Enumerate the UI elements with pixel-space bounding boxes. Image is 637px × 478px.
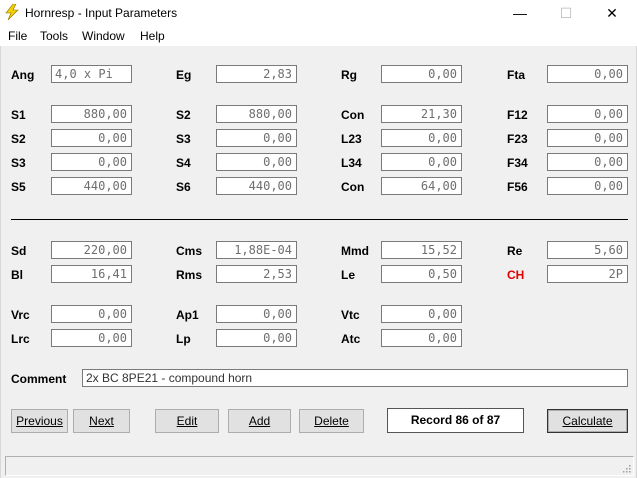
label-s5: S5 — [11, 180, 26, 194]
field-le[interactable]: 0,50 — [381, 265, 462, 283]
label-f56: F56 — [507, 180, 528, 194]
field-vrc[interactable]: 0,00 — [51, 305, 132, 323]
field-f23[interactable]: 0,00 — [547, 129, 628, 147]
label-con: Con — [341, 180, 365, 194]
field-s3[interactable]: 0,00 — [51, 153, 132, 171]
label-con: Con — [341, 108, 365, 122]
label-bl: Bl — [11, 268, 23, 282]
field-f12[interactable]: 0,00 — [547, 105, 628, 123]
field-rms[interactable]: 2,53 — [216, 265, 297, 283]
label-ap1: Ap1 — [176, 308, 199, 322]
field-lrc[interactable]: 0,00 — [51, 329, 132, 347]
resize-grip-icon[interactable] — [621, 463, 631, 473]
label-ch: CH — [507, 268, 525, 282]
record-indicator: Record 86 of 87 — [387, 408, 524, 433]
menu-tools[interactable]: Tools — [40, 29, 68, 43]
label-s2: S2 — [11, 132, 26, 146]
field-l34[interactable]: 0,00 — [381, 153, 462, 171]
label-f23: F23 — [507, 132, 528, 146]
label-fta: Fta — [507, 68, 525, 82]
label-rms: Rms — [176, 268, 203, 282]
close-button[interactable]: ✕ — [589, 0, 635, 26]
field-con[interactable]: 64,00 — [381, 177, 462, 195]
field-mmd[interactable]: 15,52 — [381, 241, 462, 259]
menu-help[interactable]: Help — [140, 29, 165, 43]
label-l34: L34 — [341, 156, 362, 170]
field-bl[interactable]: 16,41 — [51, 265, 132, 283]
field-f34[interactable]: 0,00 — [547, 153, 628, 171]
field-s3[interactable]: 0,00 — [216, 129, 297, 147]
status-bar — [5, 456, 634, 476]
section-divider — [11, 219, 628, 220]
calculate-button[interactable]: Calculate — [547, 409, 628, 433]
label-sd: Sd — [11, 244, 27, 258]
window-title: Hornresp - Input Parameters — [25, 6, 178, 20]
field-eg[interactable]: 2,83 — [216, 65, 297, 83]
label-s3: S3 — [11, 156, 26, 170]
comment-field[interactable]: 2x BC 8PE21 - compound horn — [82, 369, 628, 387]
field-l23[interactable]: 0,00 — [381, 129, 462, 147]
add-button[interactable]: Add — [228, 409, 291, 433]
label-s4: S4 — [176, 156, 191, 170]
field-s1[interactable]: 880,00 — [51, 105, 132, 123]
field-sd[interactable]: 220,00 — [51, 241, 132, 259]
lightning-bolt-icon — [5, 4, 19, 20]
field-fta[interactable]: 0,00 — [547, 65, 628, 83]
label-lp: Lp — [176, 332, 191, 346]
field-s5[interactable]: 440,00 — [51, 177, 132, 195]
label-f34: F34 — [507, 156, 528, 170]
label-f12: F12 — [507, 108, 528, 122]
label-s6: S6 — [176, 180, 191, 194]
field-vtc[interactable]: 0,00 — [381, 305, 462, 323]
label-le: Le — [341, 268, 356, 282]
label-comment: Comment — [11, 372, 67, 386]
label-eg: Eg — [176, 68, 192, 82]
label-rg: Rg — [341, 68, 357, 82]
field-s6[interactable]: 440,00 — [216, 177, 297, 195]
field-s2[interactable]: 880,00 — [216, 105, 297, 123]
label-lrc: Lrc — [11, 332, 30, 346]
field-ch[interactable]: 2P — [547, 265, 628, 283]
label-l23: L23 — [341, 132, 362, 146]
label-s1: S1 — [11, 108, 26, 122]
label-cms: Cms — [176, 244, 203, 258]
label-vrc: Vrc — [11, 308, 30, 322]
label-s3: S3 — [176, 132, 191, 146]
field-rg[interactable]: 0,00 — [381, 65, 462, 83]
label-s2: S2 — [176, 108, 191, 122]
title-bar: Hornresp - Input Parameters — ☐ ✕ — [0, 0, 637, 26]
input-parameters-panel: Ang 4,0 x Pi Eg 2,83 Rg 0,00 Fta 0,00 S1… — [0, 46, 637, 478]
next-button[interactable]: Next — [73, 409, 130, 433]
maximize-button[interactable]: ☐ — [543, 0, 589, 26]
edit-button[interactable]: Edit — [155, 409, 219, 433]
field-ang[interactable]: 4,0 x Pi — [51, 65, 132, 83]
label-mmd: Mmd — [341, 244, 369, 258]
field-ap1[interactable]: 0,00 — [216, 305, 297, 323]
field-re[interactable]: 5,60 — [547, 241, 628, 259]
label-vtc: Vtc — [341, 308, 360, 322]
field-cms[interactable]: 1,88E-04 — [216, 241, 297, 259]
minimize-button[interactable]: — — [497, 0, 543, 26]
menu-bar: File Tools Window Help — [0, 26, 637, 46]
field-con[interactable]: 21,30 — [381, 105, 462, 123]
field-atc[interactable]: 0,00 — [381, 329, 462, 347]
menu-window[interactable]: Window — [82, 29, 125, 43]
field-s2[interactable]: 0,00 — [51, 129, 132, 147]
menu-file[interactable]: File — [8, 29, 27, 43]
previous-button[interactable]: Previous — [11, 409, 68, 433]
field-s4[interactable]: 0,00 — [216, 153, 297, 171]
label-atc: Atc — [341, 332, 361, 346]
field-lp[interactable]: 0,00 — [216, 329, 297, 347]
delete-button[interactable]: Delete — [299, 409, 364, 433]
label-ang: Ang — [11, 68, 35, 82]
label-re: Re — [507, 244, 523, 258]
field-f56[interactable]: 0,00 — [547, 177, 628, 195]
